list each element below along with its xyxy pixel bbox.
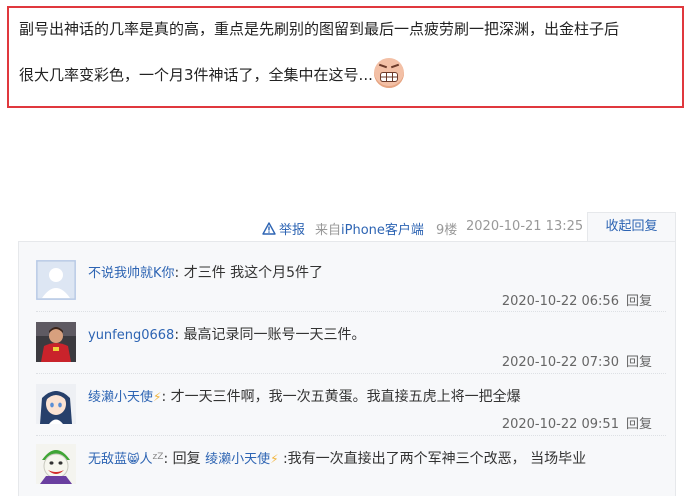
reply-content: :我有一次直接出了两个军神三个改恶， 当场毕业	[282, 451, 587, 467]
reply-button[interactable]: 回复	[626, 294, 652, 309]
report-link[interactable]: 举报	[262, 219, 305, 238]
reply-prefix: 回复	[172, 451, 201, 467]
collapse-replies-button[interactable]: 收起回复	[587, 212, 676, 242]
sleep-badge-icon: zZ	[152, 452, 164, 462]
reply-time: 2020-10-22 06:56	[501, 294, 619, 309]
post-source: 来自iPhone客户端	[315, 219, 424, 238]
reply-to-username[interactable]: 绫濑小天使⚡	[205, 452, 278, 467]
cat-badge-icon: 😸	[127, 452, 140, 466]
reply-username[interactable]: 不说我帅就K你	[88, 266, 175, 281]
joker-avatar-icon[interactable]	[36, 444, 76, 484]
reply-time: 2020-10-22 07:30	[501, 355, 619, 370]
reply-text: yunfeng0668: 最高记录同一账号一天三件。	[88, 324, 664, 347]
reply-username[interactable]: 绫濑小天使⚡	[88, 390, 161, 405]
post-date: 2020-10-21 13:25	[466, 219, 584, 234]
reply-text: 无敌蓝😸人zZ: 回复 绫濑小天使⚡ :我有一次直接出了两个军神三个改恶， 当场…	[88, 446, 664, 471]
grimace-emoji-icon	[373, 58, 404, 88]
floor-number: 9楼	[436, 223, 458, 238]
reply-meta: 2020-10-22 06:56 回复	[502, 290, 652, 309]
reply-item: yunfeng0668: 最高记录同一账号一天三件。 2020-10-22 07…	[36, 322, 666, 374]
source-prefix: 来自	[315, 223, 342, 238]
source-device-link[interactable]: iPhone客户端	[341, 223, 424, 238]
reply-separator: :	[174, 265, 180, 281]
reply-content: 才一天三件啊，我一次五黄蛋。我直接五虎上将一把全爆	[170, 389, 521, 405]
reply-separator: :	[174, 327, 180, 343]
highlighted-post-content: 副号出神话的几率是真的高，重点是先刷别的图留到最后一点疲劳刷一把深渊，出金柱子后…	[7, 6, 684, 108]
reply-button[interactable]: 回复	[626, 417, 652, 432]
warning-icon	[262, 222, 276, 235]
reply-button[interactable]: 回复	[626, 355, 652, 370]
reply-item: 不说我帅就K你: 才三件 我这个月5件了 2020-10-22 06:56 回复	[36, 260, 666, 312]
reply-content: 最高记录同一账号一天三件。	[183, 327, 366, 343]
reply-username[interactable]: 无敌蓝😸人zZ	[88, 452, 163, 467]
reply-panel: 不说我帅就K你: 才三件 我这个月5件了 2020-10-22 06:56 回复 …	[18, 241, 676, 496]
soccer-player-avatar-icon[interactable]	[36, 322, 76, 362]
reply-item: 绫濑小天使⚡: 才一天三件啊，我一次五黄蛋。我直接五虎上将一把全爆 2020-1…	[36, 384, 666, 436]
reply-meta: 2020-10-22 09:51 回复	[502, 413, 652, 432]
reply-username[interactable]: yunfeng0668	[88, 328, 174, 343]
reply-to-username-text: 绫濑小天使	[205, 452, 271, 467]
reply-username-suffix: 人	[139, 452, 153, 467]
default-avatar-icon[interactable]	[36, 260, 76, 300]
post-text-line-2: 很大几率变彩色，一个月3件神话了，全集中在这号...	[19, 58, 672, 88]
post-text-line-2-text: 很大几率变彩色，一个月3件神话了，全集中在这号...	[19, 66, 373, 84]
reply-separator: :	[163, 451, 169, 467]
reply-item: 无敌蓝😸人zZ: 回复 绫濑小天使⚡ :我有一次直接出了两个军神三个改恶， 当场…	[36, 444, 666, 496]
anime-girl-avatar-icon[interactable]	[36, 384, 76, 424]
post-text-line-1: 副号出神话的几率是真的高，重点是先刷别的图留到最后一点疲劳刷一把深渊，出金柱子后	[19, 20, 620, 38]
reply-username-text: 绫濑小天使	[88, 390, 154, 405]
reply-username-text: 无敌蓝	[88, 452, 128, 467]
reply-content: 才三件 我这个月5件了	[183, 265, 324, 281]
lightning-badge-icon: ⚡	[270, 452, 279, 466]
report-label: 举报	[279, 223, 306, 238]
reply-separator: :	[161, 389, 167, 405]
reply-time: 2020-10-22 09:51	[501, 417, 619, 432]
reply-text: 不说我帅就K你: 才三件 我这个月5件了	[88, 262, 664, 285]
reply-text: 绫濑小天使⚡: 才一天三件啊，我一次五黄蛋。我直接五虎上将一把全爆	[88, 386, 664, 409]
reply-meta: 2020-10-22 07:30 回复	[502, 351, 652, 370]
post-meta-bar: 举报 来自iPhone客户端 9楼 2020-10-21 13:25 收起回复	[0, 211, 689, 242]
